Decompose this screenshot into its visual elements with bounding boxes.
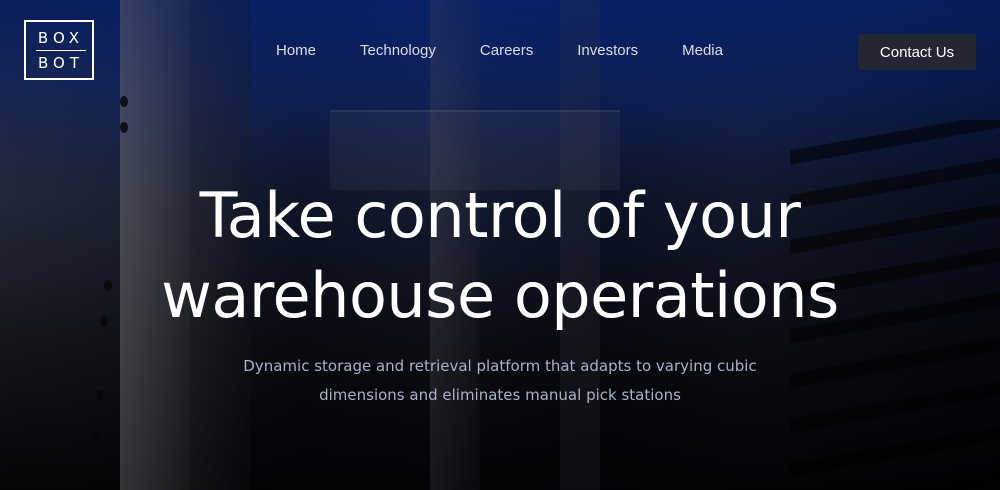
hero-headline-line2: warehouse operations bbox=[161, 259, 839, 332]
nav-link-home[interactable]: Home bbox=[276, 42, 316, 60]
main-nav: Home Technology Careers Investors Media bbox=[276, 42, 767, 60]
hero-headline-line1: Take control of your bbox=[199, 179, 801, 252]
logo-divider bbox=[36, 49, 86, 51]
contact-us-button[interactable]: Contact Us bbox=[858, 34, 976, 70]
hero-subtitle: Dynamic storage and retrieval platform t… bbox=[243, 357, 757, 404]
nav-link-investors[interactable]: Investors bbox=[577, 42, 638, 60]
logo-text-line2: BOT bbox=[38, 53, 84, 72]
hero-headline: Take control of your warehouse operation… bbox=[0, 176, 1000, 336]
nav-link-technology[interactable]: Technology bbox=[360, 42, 436, 60]
nav-link-media[interactable]: Media bbox=[682, 42, 723, 60]
brand-logo[interactable]: BOX BOT bbox=[24, 20, 94, 80]
nav-link-careers[interactable]: Careers bbox=[480, 42, 533, 60]
logo-text-line1: BOX bbox=[37, 28, 85, 47]
